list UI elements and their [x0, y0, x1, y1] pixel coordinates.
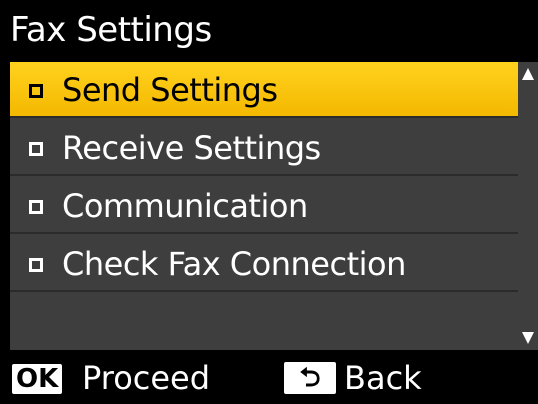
- menu-item-label: Check Fax Connection: [62, 245, 406, 283]
- scroll-up-arrow-icon[interactable]: [522, 68, 534, 80]
- menu-item-send-settings[interactable]: Send Settings: [10, 62, 518, 118]
- scrollbar[interactable]: [518, 62, 538, 350]
- back-label: Back: [344, 359, 422, 397]
- bullet-icon: [29, 258, 43, 272]
- bullet-icon: [29, 84, 43, 98]
- menu-item-receive-settings[interactable]: Receive Settings: [10, 120, 518, 176]
- menu-item-check-fax-connection[interactable]: Check Fax Connection: [10, 236, 518, 292]
- menu-item-label: Receive Settings: [62, 129, 321, 167]
- ok-key-icon[interactable]: OK: [12, 364, 63, 394]
- menu-item-label: Communication: [62, 187, 308, 225]
- proceed-label: Proceed: [82, 359, 211, 397]
- back-arrow-icon: ⮌: [299, 363, 321, 393]
- scroll-down-arrow-icon[interactable]: [522, 332, 534, 344]
- printer-lcd-screen: Fax Settings Send Settings Receive Setti…: [0, 0, 538, 404]
- footer-bar: OK Proceed ⮌ Back: [0, 352, 538, 404]
- page-title: Fax Settings: [10, 10, 212, 50]
- menu-list: Send Settings Receive Settings Communica…: [10, 62, 518, 350]
- title-bar: Fax Settings: [0, 0, 538, 60]
- bullet-icon: [29, 142, 43, 156]
- menu-item-communication[interactable]: Communication: [10, 178, 518, 234]
- bullet-icon: [29, 200, 43, 214]
- menu-item-label: Send Settings: [62, 71, 278, 109]
- empty-menu-row: [10, 294, 518, 350]
- back-button[interactable]: ⮌: [284, 362, 336, 394]
